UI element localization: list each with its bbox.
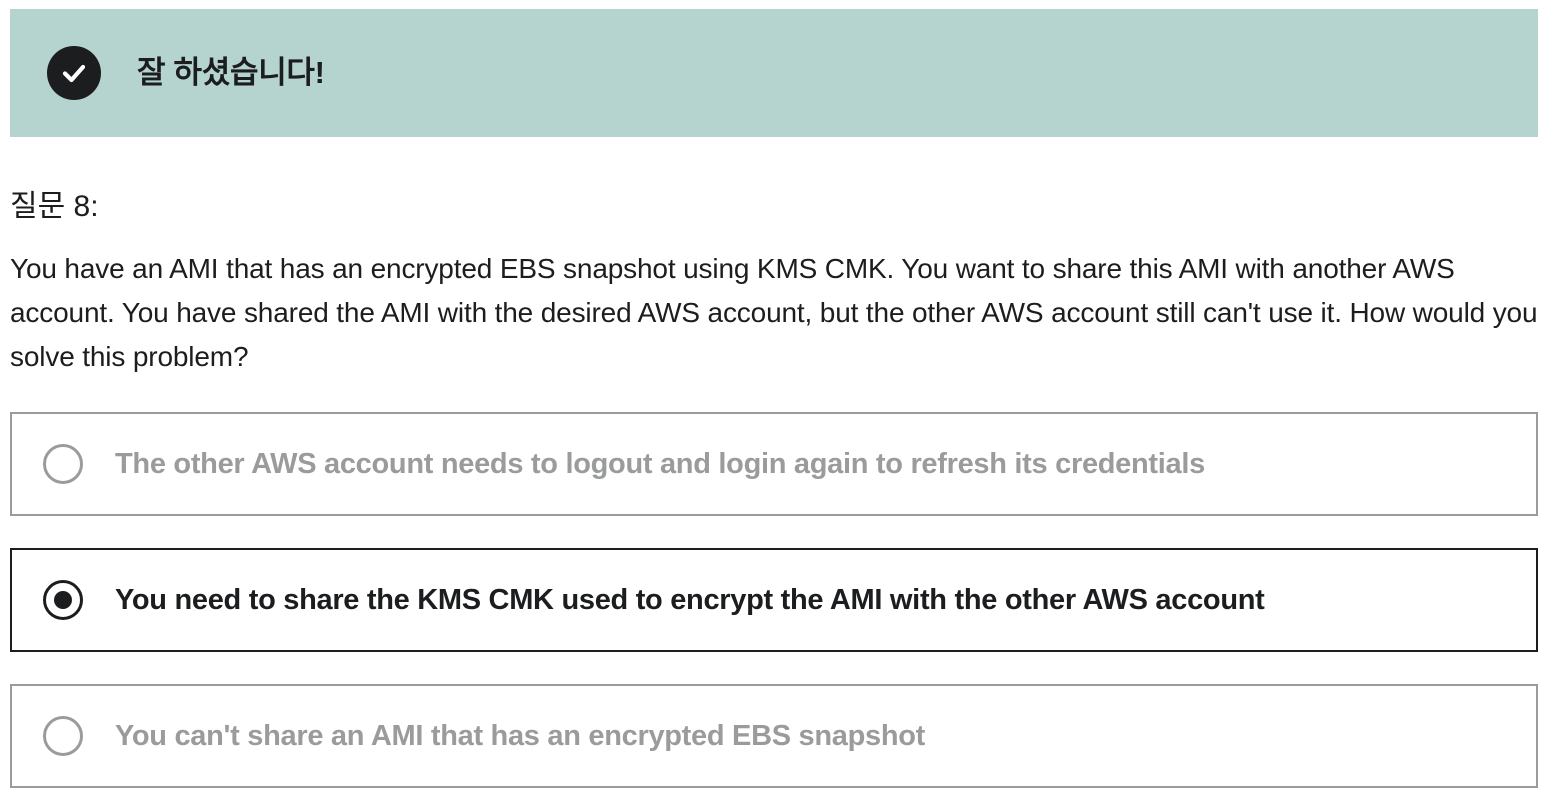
answer-option-label-1: The other AWS account needs to logout an…	[115, 448, 1205, 480]
radio-selected-dot-icon	[54, 591, 72, 609]
radio-button-2[interactable]	[43, 580, 83, 620]
success-message: 잘 하셨습니다!	[137, 55, 325, 90]
question-text: You have an AMI that has an encrypted EB…	[10, 253, 1538, 372]
answer-option-label-2: You need to share the KMS CMK used to en…	[115, 584, 1265, 616]
radio-button-3[interactable]	[43, 716, 83, 756]
radio-button-1[interactable]	[43, 444, 83, 484]
answer-option-2[interactable]: You need to share the KMS CMK used to en…	[10, 548, 1538, 652]
check-circle-icon	[47, 46, 101, 100]
success-banner: 잘 하셨습니다!	[10, 9, 1538, 137]
answer-option-1[interactable]: The other AWS account needs to logout an…	[10, 412, 1538, 516]
answer-option-label-3: You can't share an AMI that has an encry…	[115, 720, 926, 752]
checkmark-icon	[62, 64, 86, 83]
question-number: 질문 8:	[10, 190, 99, 223]
answer-option-3[interactable]: You can't share an AMI that has an encry…	[10, 684, 1538, 788]
